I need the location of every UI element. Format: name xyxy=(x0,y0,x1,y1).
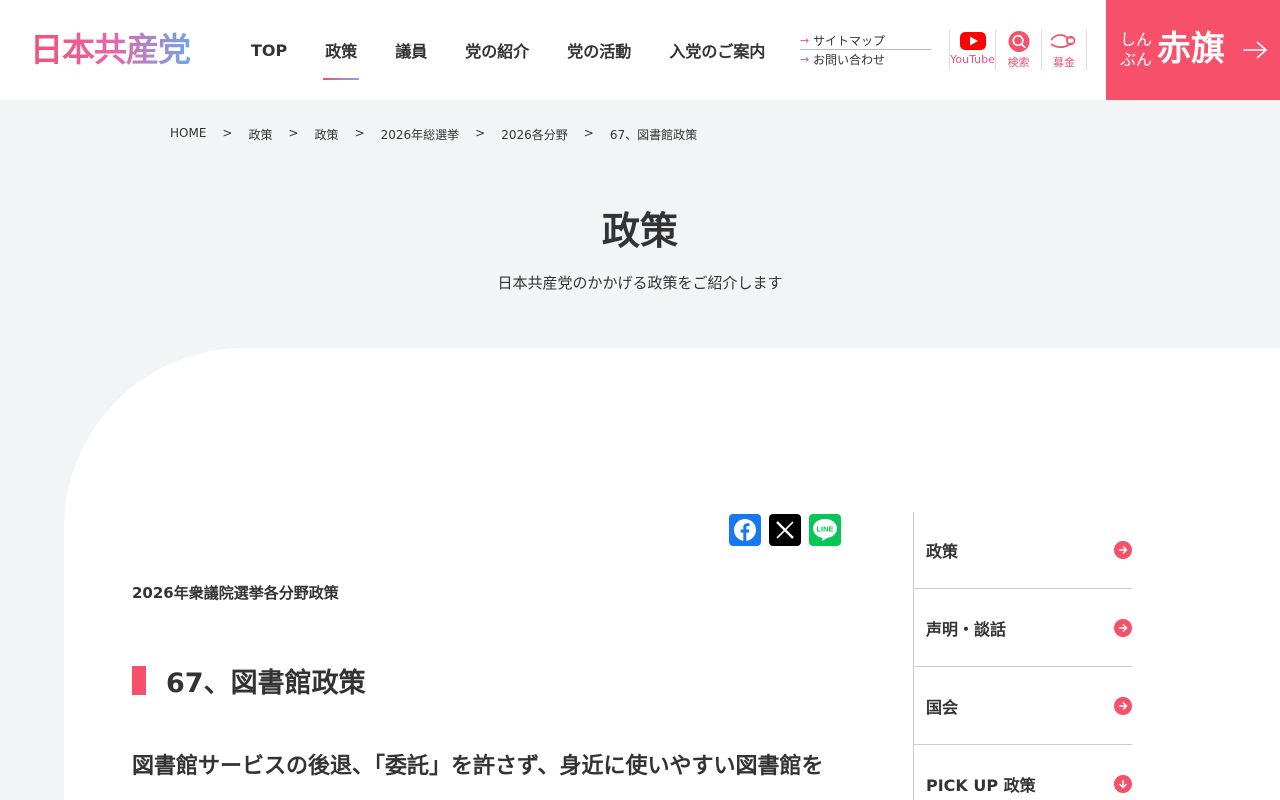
breadcrumb-separator: > xyxy=(583,126,594,140)
contact-label: お問い合わせ xyxy=(813,52,886,67)
arrow-right-icon xyxy=(1243,41,1268,59)
arrow-right-icon: → xyxy=(800,52,810,66)
youtube-link[interactable]: YouTube xyxy=(949,30,995,70)
header-icon-links: YouTube 検索 募金 xyxy=(949,30,1087,70)
article-lead-heading: 図書館サービスの後退、「委託」を許さず、身近に使いやすい図書館を xyxy=(132,754,824,779)
sub-nav: → サイトマップ → お問い合わせ xyxy=(800,32,931,68)
sidebar-item-label: 政策 xyxy=(926,542,959,561)
akahata-title: 赤旗 xyxy=(1157,29,1225,69)
sidebar-item-statements[interactable]: 声明・談話 xyxy=(914,589,1132,667)
search-label: 検索 xyxy=(1007,56,1030,69)
sidebar-item-label: PICK UP 政策 xyxy=(926,775,1036,795)
sidebar-item-policy[interactable]: 政策 xyxy=(914,512,1132,589)
sitemap-label: サイトマップ xyxy=(813,34,886,48)
facebook-icon xyxy=(734,519,756,541)
nav-item-activities[interactable]: 党の活動 xyxy=(548,0,650,100)
breadcrumb-item[interactable]: 政策 xyxy=(315,126,339,143)
breadcrumb-current: 67、図書館政策 xyxy=(609,128,698,142)
arrow-right-icon xyxy=(1114,618,1132,637)
content-card: LINE 2026年衆議院選挙各分野政策 67、図書館政策 図書館サービスの後退… xyxy=(64,348,1280,800)
global-nav: TOP 政策 議員 党の紹介 党の活動 入党のご案内 xyxy=(232,0,784,100)
sidebar-item-label: 国会 xyxy=(926,697,959,717)
line-icon: LINE xyxy=(813,519,837,542)
donation-link[interactable]: 募金 xyxy=(1041,30,1087,70)
nav-item-policy[interactable]: 政策 xyxy=(306,0,376,100)
x-share-button[interactable] xyxy=(769,514,801,546)
akahata-banner[interactable]: しんぶん 赤旗 xyxy=(1106,0,1280,100)
youtube-icon xyxy=(959,32,986,50)
akahata-small-text: しんぶん xyxy=(1120,30,1153,69)
breadcrumb-separator: > xyxy=(475,126,486,140)
arrow-right-icon xyxy=(1114,541,1132,559)
breadcrumb-item[interactable]: 政策 xyxy=(248,126,272,143)
article-title-text: 67、図書館政策 xyxy=(166,667,366,699)
arrow-down-icon xyxy=(1114,774,1132,793)
youtube-label: YouTube xyxy=(950,53,995,66)
arrow-right-icon xyxy=(1114,696,1132,715)
sidebar-item-pickup-policy[interactable]: PICK UP 政策 xyxy=(914,745,1132,800)
breadcrumb-item[interactable]: 2026各分野 xyxy=(501,126,568,143)
search-button[interactable]: 検索 xyxy=(995,30,1041,70)
sitemap-link[interactable]: → サイトマップ xyxy=(800,32,931,50)
nav-item-about[interactable]: 党の紹介 xyxy=(446,0,548,100)
breadcrumb-separator: > xyxy=(288,126,299,140)
site-header: 日本共産党 TOP 政策 議員 党の紹介 党の活動 入党のご案内 → サイトマッ… xyxy=(0,0,1280,100)
breadcrumb-separator: > xyxy=(354,126,365,140)
breadcrumb: HOME > 政策 > 政策 > 2026年総選挙 > 2026各分野 > 67… xyxy=(170,126,697,143)
x-icon xyxy=(776,521,794,539)
nav-item-top[interactable]: TOP xyxy=(232,0,306,100)
search-icon xyxy=(1008,31,1029,52)
arrow-right-icon: → xyxy=(800,34,810,47)
site-logo[interactable]: 日本共産党 xyxy=(30,31,191,69)
donation-icon xyxy=(1050,34,1076,48)
breadcrumb-item[interactable]: HOME xyxy=(170,126,206,143)
nav-item-members[interactable]: 議員 xyxy=(376,0,446,100)
article-title: 67、図書館政策 xyxy=(132,663,366,699)
page-lead: 日本共産党のかかげる政策をご紹介します xyxy=(497,274,783,292)
line-icon-text: LINE xyxy=(816,525,833,534)
sidebar-menu: 政策 声明・談話 国会 PICK UP 政策 xyxy=(913,512,1132,800)
share-buttons: LINE xyxy=(729,514,841,546)
donation-label: 募金 xyxy=(1053,56,1075,69)
breadcrumb-item[interactable]: 2026年総選挙 xyxy=(381,126,460,143)
facebook-share-button[interactable] xyxy=(729,514,761,546)
sidebar-item-label: 声明・談話 xyxy=(926,619,1007,639)
nav-item-join[interactable]: 入党のご案内 xyxy=(650,0,784,100)
sidebar-item-diet[interactable]: 国会 xyxy=(914,667,1132,745)
article-eyebrow: 2026年衆議院選挙各分野政策 xyxy=(132,584,339,602)
title-accent-bar xyxy=(132,665,146,695)
page-title: 政策 xyxy=(601,209,678,253)
breadcrumb-separator: > xyxy=(222,126,233,140)
line-share-button[interactable]: LINE xyxy=(809,514,841,546)
contact-link[interactable]: → お問い合わせ xyxy=(800,50,931,68)
